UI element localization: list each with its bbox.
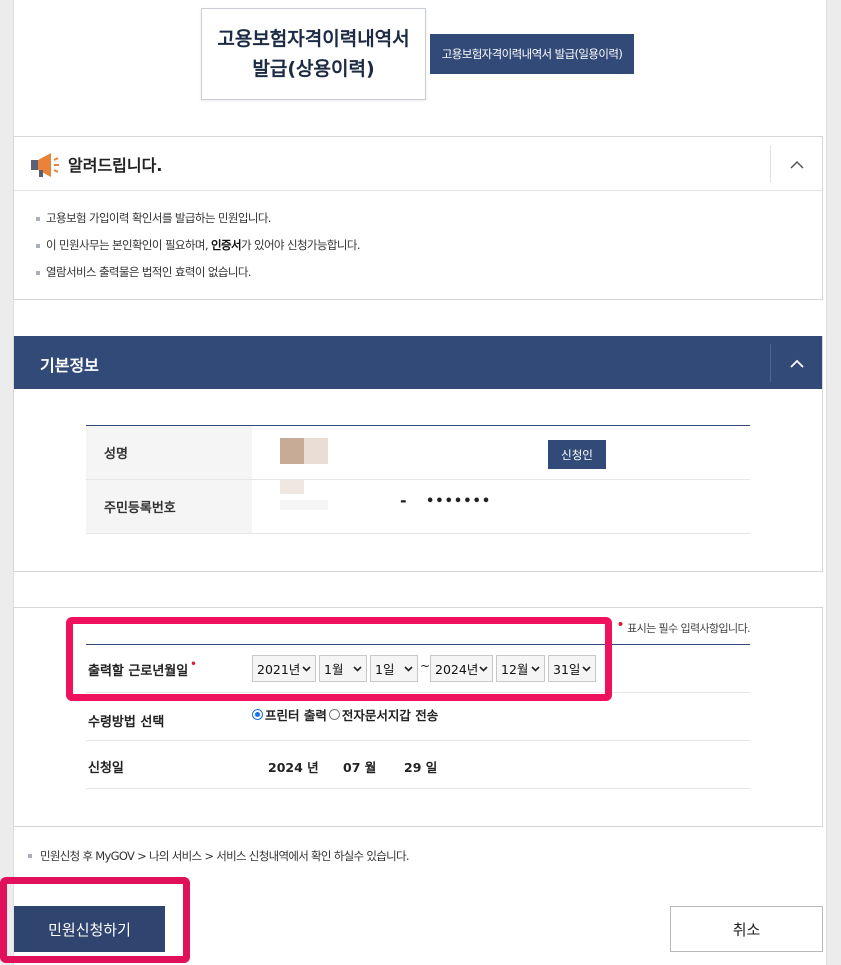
tab-regular-history-label: 고용보험자격이력내역서 발급(상용이력) (217, 28, 410, 80)
receive-method-row: 수령방법 선택 프린터 출력 전자문서지갑 전송 (86, 693, 750, 741)
apply-date-year: 2024 년 (268, 760, 319, 775)
application-form: • 표시는 필수 입력사항입니다. 출력할 근로년월일 • 2021년 1월 1일 … (13, 607, 823, 827)
rrn-label: 주민등록번호 (86, 480, 252, 533)
from-month-select[interactable]: 1월 (319, 655, 367, 682)
chevron-down-icon (302, 666, 311, 672)
radio-e-wallet[interactable] (328, 709, 340, 720)
radio-printer-label[interactable]: 프린터 출력 (265, 705, 327, 724)
chevron-down-icon (582, 666, 591, 672)
rrn-front-redacted (280, 480, 328, 520)
apply-date-label: 신청일 (88, 761, 124, 776)
radio-printer[interactable] (252, 709, 263, 720)
required-note: • 표시는 필수 입력사항입니다. (616, 617, 750, 635)
form-table: 출력할 근로년월일 • 2021년 1월 1일 ~ 2024년 12월 31일 수… (86, 644, 750, 789)
basic-info-panel: 기본정보 성명 신청인 주민등록번호 - ••••••• (13, 336, 823, 572)
bottom-note: 민원신청 후 MyGOV > 나의 서비스 > 서비스 신청내역에서 확인 하실… (28, 848, 410, 864)
chevron-up-icon (789, 160, 804, 169)
window-frame-right (826, 0, 841, 965)
apply-date-day: 29 일 (404, 760, 438, 775)
chevron-down-icon (353, 666, 362, 672)
notice-panel: 알려드립니다. 고용보험 가입이력 확인서를 발급하는 민원입니다. 이 민원사… (13, 136, 823, 300)
period-row: 출력할 근로년월일 • 2021년 1월 1일 ~ 2024년 12월 31일 (86, 645, 750, 693)
basic-info-table: 성명 신청인 주민등록번호 - ••••••• (86, 425, 750, 534)
rrn-dash: - (400, 491, 407, 510)
table-row: 주민등록번호 - ••••••• (86, 480, 750, 534)
to-day-select[interactable]: 31일 (548, 655, 596, 682)
tab-daily-history[interactable]: 고용보험자격이력내역서 발급(일용이력) (430, 34, 634, 74)
submit-application-button[interactable]: 민원신청하기 (14, 906, 165, 952)
required-dot: • (190, 659, 197, 670)
notice-title: 알려드립니다. (68, 156, 163, 175)
chevron-up-icon (789, 359, 804, 368)
notice-collapse-button[interactable] (770, 145, 822, 183)
radio-e-wallet-label[interactable]: 전자문서지갑 전송 (342, 705, 438, 724)
notice-item: 이 민원사무는 본인확인이 필요하며, 인증서가 있어야 신청가능합니다. (36, 232, 822, 259)
basic-info-header: 기본정보 (14, 336, 822, 389)
period-label: 출력할 근로년월일 • (88, 659, 197, 679)
window-frame-left (0, 0, 14, 965)
notice-list: 고용보험 가입이력 확인서를 발급하는 민원입니다. 이 민원사무는 본인확인이… (14, 191, 822, 286)
notice-item: 고용보험 가입이력 확인서를 발급하는 민원입니다. (36, 205, 822, 232)
notice-item: 열람서비스 출력물은 법적인 효력이 없습니다. (36, 259, 822, 286)
tab-daily-history-label: 고용보험자격이력내역서 발급(일용이력) (441, 47, 623, 61)
receive-method-label: 수령방법 선택 (88, 715, 165, 730)
chevron-down-icon (479, 666, 488, 672)
apply-date-row: 신청일 2024 년 07 월 29 일 (86, 741, 750, 789)
cancel-button[interactable]: 취소 (670, 906, 823, 952)
from-year-select[interactable]: 2021년 (252, 655, 316, 682)
to-year-select[interactable]: 2024년 (430, 655, 493, 682)
receive-method-options: 프린터 출력 전자문서지갑 전송 (252, 705, 438, 724)
from-day-select[interactable]: 1일 (370, 655, 418, 682)
applicant-badge: 신청인 (548, 440, 606, 469)
basic-info-title: 기본정보 (40, 356, 99, 375)
apply-date-month: 07 월 (343, 760, 377, 775)
rrn-back-masked: ••••••• (426, 494, 492, 509)
to-month-select[interactable]: 12월 (496, 655, 545, 682)
name-value-redacted (280, 438, 328, 464)
megaphone-icon (31, 153, 59, 177)
chevron-down-icon (531, 666, 540, 672)
tab-regular-history[interactable]: 고용보험자격이력내역서 발급(상용이력) (201, 8, 426, 100)
chevron-down-icon (404, 666, 413, 672)
name-label: 성명 (86, 426, 252, 479)
table-row: 성명 신청인 (86, 426, 750, 480)
period-tilde: ~ (420, 659, 431, 673)
basic-info-collapse-button[interactable] (770, 344, 822, 382)
required-dot: • (616, 617, 625, 633)
notice-header: 알려드립니다. (14, 137, 822, 191)
